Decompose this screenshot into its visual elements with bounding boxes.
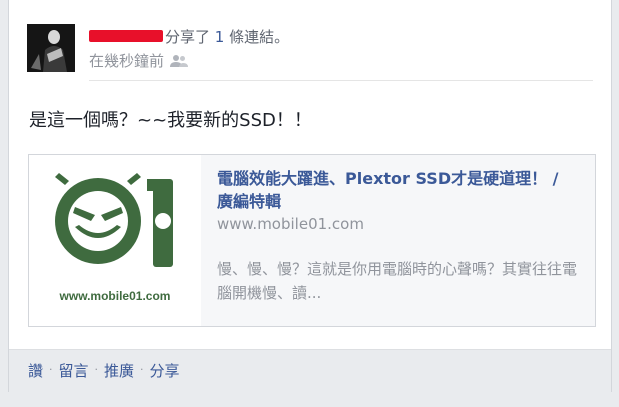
friends-icon[interactable]	[170, 54, 189, 68]
header-divider	[89, 80, 593, 81]
link-preview-body[interactable]: 電腦效能大躍進、Plextor SSD才是硬道理！ / 廣編特輯 www.mob…	[201, 155, 595, 326]
link-title[interactable]: 電腦效能大躍進、Plextor SSD才是硬道理！ / 廣編特輯	[217, 167, 562, 213]
thumbnail-caption: www.mobile01.com	[59, 289, 171, 303]
comment-link[interactable]: 留言	[59, 362, 89, 380]
action-object: 條連結。	[229, 28, 290, 46]
avatar[interactable]	[27, 24, 75, 72]
timestamp[interactable]: 在幾秒鐘前	[89, 50, 164, 71]
mobile01-logo-icon	[55, 173, 173, 267]
separator-dot: ·	[140, 363, 144, 376]
like-link[interactable]: 讚	[28, 362, 43, 380]
separator-dot: ·	[49, 363, 53, 376]
story-footer: 讚 · 留言 · 推廣 · 分享	[9, 349, 611, 392]
link-thumbnail[interactable]: www.mobile01.com	[29, 155, 202, 326]
separator-dot: ·	[94, 363, 99, 376]
status-text: 是這一個嗎？~~我要新的SSD！！	[29, 110, 312, 131]
feed-story: 分享了 1 條連結。 在幾秒鐘前 是這一個嗎？~~我要新的SSD！！ www.m…	[8, 0, 612, 392]
link-preview-card[interactable]: www.mobile01.com 電腦效能大躍進、Plextor SSD才是硬道…	[28, 154, 596, 327]
avatar-image	[27, 24, 75, 72]
promote-link[interactable]: 推廣	[104, 362, 134, 380]
action-verb: 分享了	[165, 28, 211, 46]
link-description: 慢、慢、慢？這就是你用電腦時的心聲嗎？其實往往電腦開機慢、讀...	[217, 260, 578, 302]
link-count[interactable]: 1	[215, 28, 225, 46]
story-actions: 讚 · 留言 · 推廣 · 分享	[28, 360, 180, 381]
link-domain: www.mobile01.com	[217, 215, 364, 233]
redacted-user-name	[89, 30, 163, 42]
story-meta: 在幾秒鐘前	[89, 50, 189, 71]
share-link[interactable]: 分享	[150, 362, 180, 380]
story-action-text: 分享了 1 條連結。	[165, 26, 289, 47]
